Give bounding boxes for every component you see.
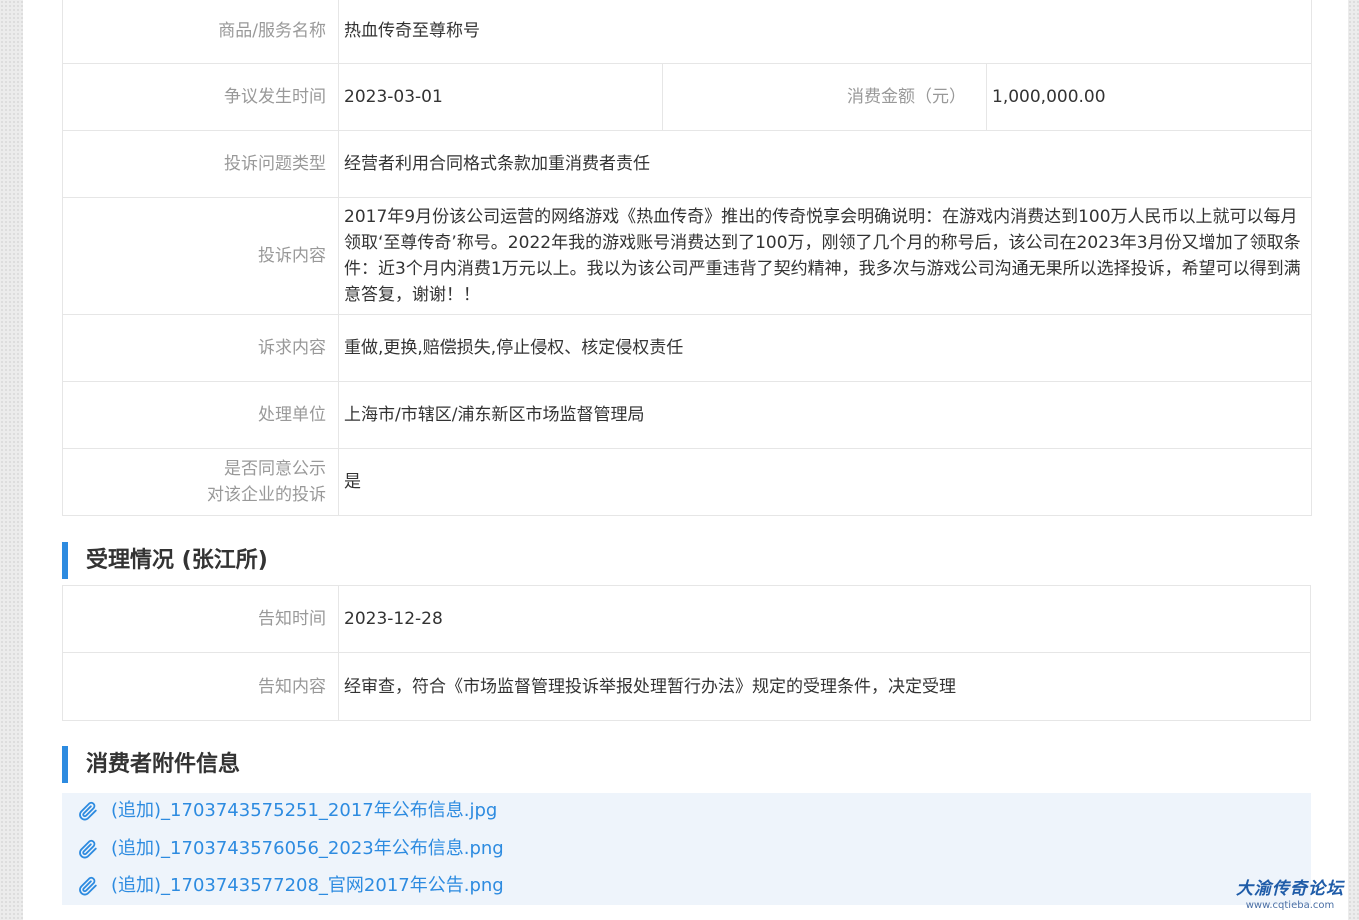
attachment-link[interactable]: (追加)_1703743575251_2017年公布信息.jpg xyxy=(111,796,497,826)
paperclip-icon xyxy=(79,801,97,821)
attachment-link[interactable]: (追加)_1703743576056_2023年公布信息.png xyxy=(111,834,504,864)
notice-time-label: 告知时间 xyxy=(62,585,339,653)
paperclip-icon xyxy=(79,839,97,859)
watermark-title: 大渝传奇论坛 xyxy=(1236,879,1344,899)
row-demand: 诉求内容 重做,更换,赔偿损失,停止侵权、核定侵权责任 xyxy=(62,314,1312,382)
row-complaint-content: 投诉内容 2017年9月份该公司运营的网络游戏《热血传奇》推出的传奇悦享会明确说… xyxy=(62,197,1312,315)
notice-content-label: 告知内容 xyxy=(62,652,339,721)
acceptance-section-title: 受理情况 (张江所) xyxy=(62,542,268,579)
public-consent-label-line1: 是否同意公示 xyxy=(224,459,326,479)
issue-type-label: 投诉问题类型 xyxy=(62,130,339,198)
attachments-list: (追加)_1703743575251_2017年公布信息.jpg (追加)_17… xyxy=(62,793,1311,905)
public-consent-value: 是 xyxy=(338,448,1312,516)
watermark-url: www.cqtieba.com xyxy=(1245,900,1335,911)
public-consent-label: 是否同意公示 对该企业的投诉 xyxy=(62,448,339,516)
complaint-detail-panel: 商品/服务名称 热血传奇至尊称号 争议发生时间 2023-03-01 消费金额（… xyxy=(23,0,1348,920)
row-public-consent: 是否同意公示 对该企业的投诉 是 xyxy=(62,448,1312,516)
amount-value: 1,000,000.00 xyxy=(986,63,1312,131)
public-consent-label-line2: 对该企业的投诉 xyxy=(207,485,326,505)
issue-type-value: 经营者利用合同格式条款加重消费者责任 xyxy=(338,130,1312,198)
attachments-section-title: 消费者附件信息 xyxy=(62,746,240,783)
demand-label: 诉求内容 xyxy=(62,314,339,382)
handler-value: 上海市/市辖区/浦东新区市场监督管理局 xyxy=(338,381,1312,449)
notice-time-value: 2023-12-28 xyxy=(338,585,1311,653)
product-value: 热血传奇至尊称号 xyxy=(338,0,1312,64)
complaint-details-table: 商品/服务名称 热血传奇至尊称号 争议发生时间 2023-03-01 消费金额（… xyxy=(62,0,1312,516)
product-label: 商品/服务名称 xyxy=(62,0,339,64)
row-product: 商品/服务名称 热血传奇至尊称号 xyxy=(62,0,1312,64)
handler-label: 处理单位 xyxy=(62,381,339,449)
attachment-link[interactable]: (追加)_1703743577208_官网2017年公告.png xyxy=(111,871,504,901)
complaint-content-value: 2017年9月份该公司运营的网络游戏《热血传奇》推出的传奇悦享会明确说明：在游戏… xyxy=(338,197,1312,315)
watermark-logo: 大渝传奇论坛 www.cqtieba.com xyxy=(1226,878,1354,912)
paperclip-icon xyxy=(79,876,97,896)
demand-value: 重做,更换,赔偿损失,停止侵权、核定侵权责任 xyxy=(338,314,1312,382)
notice-content-value: 经审查，符合《市场监督管理投诉举报处理暂行办法》规定的受理条件，决定受理 xyxy=(338,652,1311,721)
row-issue-type: 投诉问题类型 经营者利用合同格式条款加重消费者责任 xyxy=(62,130,1312,198)
amount-label: 消费金额（元） xyxy=(662,63,987,131)
complaint-content-label: 投诉内容 xyxy=(62,197,339,315)
row-dispute-time: 争议发生时间 2023-03-01 消费金额（元） 1,000,000.00 xyxy=(62,63,1312,131)
row-handler: 处理单位 上海市/市辖区/浦东新区市场监督管理局 xyxy=(62,381,1312,449)
acceptance-table: 告知时间 2023-12-28 告知内容 经审查，符合《市场监督管理投诉举报处理… xyxy=(62,585,1311,721)
row-notice-content: 告知内容 经审查，符合《市场监督管理投诉举报处理暂行办法》规定的受理条件，决定受… xyxy=(62,652,1311,721)
dispute-time-label: 争议发生时间 xyxy=(62,63,339,131)
row-notice-time: 告知时间 2023-12-28 xyxy=(62,585,1311,653)
dispute-time-value: 2023-03-01 xyxy=(338,63,663,131)
